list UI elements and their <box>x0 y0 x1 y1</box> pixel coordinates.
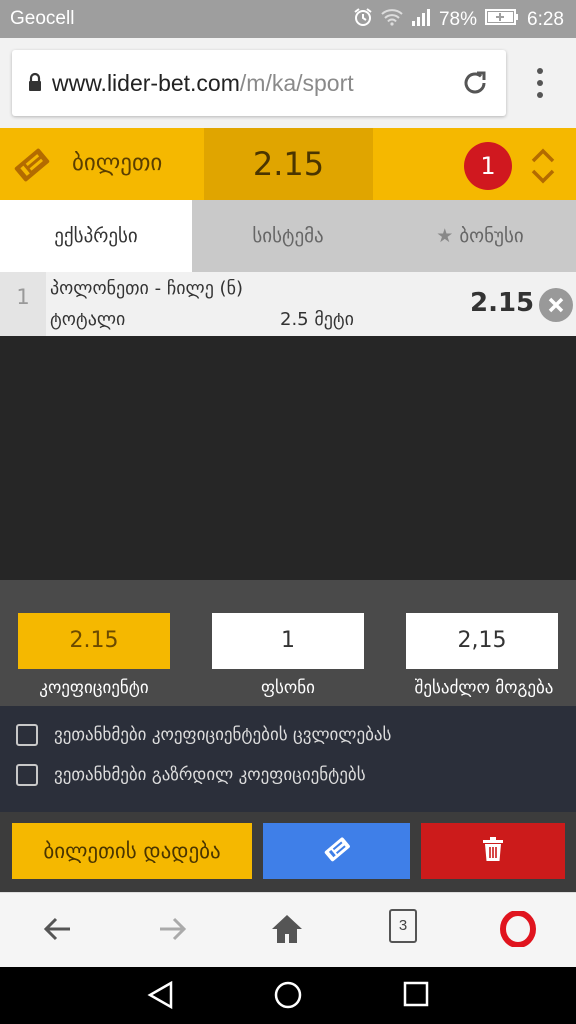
url-host: www.lider-bet.com <box>52 70 240 96</box>
url-path: /m/ka/sport <box>239 70 354 96</box>
forward-arrow-icon[interactable] <box>156 913 188 949</box>
stake-input[interactable]: 1 <box>212 613 364 669</box>
carrier-name: Geocell <box>10 8 75 29</box>
battery-icon <box>485 8 519 32</box>
wifi-icon <box>381 8 403 32</box>
agree-odds-change-checkbox[interactable] <box>16 724 38 746</box>
nav-back-icon[interactable] <box>146 980 176 1014</box>
tab-bonus-label: ბონუსი <box>459 225 524 247</box>
bet-match: პოლონეთი - ჩილე (ნ) <box>50 278 244 299</box>
alarm-icon <box>353 7 373 33</box>
stake-label: ფსონი <box>261 678 315 698</box>
save-ticket-button[interactable] <box>263 823 410 879</box>
odds-label: კოეფიციენტი <box>39 678 149 698</box>
address-bar[interactable]: www.lider-bet.com/m/ka/sport <box>12 50 506 116</box>
trash-icon <box>482 837 504 865</box>
action-buttons: ბილეთის დადება <box>0 812 576 892</box>
total-odds: 2.15 <box>204 128 373 200</box>
possible-win-box: 2,15 <box>406 613 558 669</box>
tab-bonus[interactable]: ★ ბონუსი <box>384 200 576 272</box>
signal-icon <box>411 8 431 32</box>
lock-icon <box>27 72 43 96</box>
opera-icon[interactable] <box>500 910 536 951</box>
agree-odds-change-label: ვეთანხმები კოეფიციენტების ცვლილებას <box>54 725 392 745</box>
ticket-header[interactable]: ბილეთი 2.15 1 <box>0 128 576 200</box>
tabs-count-icon[interactable]: 3 <box>389 909 417 943</box>
selections-count-badge: 1 <box>464 142 512 190</box>
expand-collapse-icon[interactable] <box>530 148 556 188</box>
home-icon[interactable] <box>270 913 304 949</box>
bet-type-tabs: ექსპრესი სისტემა ★ ბონუსი <box>0 200 576 272</box>
status-bar: Geocell 78% 6:28 <box>0 0 576 38</box>
bet-market: ტოტალი <box>50 309 126 330</box>
overflow-menu-icon[interactable] <box>530 68 550 102</box>
odds-value-box: 2.15 <box>18 613 170 669</box>
android-nav-bar <box>0 967 576 1024</box>
clock-time: 6:28 <box>527 9 564 30</box>
nav-recents-icon[interactable] <box>402 980 430 1012</box>
tab-system[interactable]: სისტემა <box>192 200 384 272</box>
agree-increased-odds-checkbox[interactable] <box>16 764 38 786</box>
bet-row: 1 პოლონეთი - ჩილე (ნ) ტოტალი 2.5 მეტი 2.… <box>0 272 576 336</box>
agree-increased-odds-row[interactable]: ვეთანხმები გაზრდილ კოეფიციენტებს <box>16 764 366 786</box>
place-bet-button[interactable]: ბილეთის დადება <box>12 823 252 879</box>
battery-percent: 78% <box>438 9 478 30</box>
remove-bet-icon[interactable] <box>539 288 573 322</box>
ticket-title: ბილეთი <box>72 150 163 176</box>
browser-toolbar: 3 <box>0 892 576 967</box>
ticket-icon <box>323 835 351 867</box>
reload-icon[interactable] <box>460 68 490 102</box>
star-icon: ★ <box>436 225 454 247</box>
url-text[interactable]: www.lider-bet.com/m/ka/sport <box>52 70 354 97</box>
back-arrow-icon[interactable] <box>42 913 74 949</box>
nav-home-icon[interactable] <box>273 980 303 1014</box>
agree-odds-change-row[interactable]: ვეთანხმები კოეფიციენტების ცვლილებას <box>16 724 391 746</box>
empty-area <box>0 336 576 580</box>
bet-odds: 2.15 <box>470 288 535 318</box>
browser-address-area: www.lider-bet.com/m/ka/sport <box>0 38 576 128</box>
totals-panel: 2.15 1 2,15 კოეფიციენტი ფსონი შესაძლო მო… <box>0 580 576 706</box>
ticket-icon <box>12 146 52 188</box>
status-icons: 78% 6:28 <box>353 7 564 33</box>
agreements-panel: ვეთანხმები კოეფიციენტების ცვლილებას ვეთა… <box>0 706 576 812</box>
clear-ticket-button[interactable] <box>421 823 565 879</box>
possible-win-label: შესაძლო მოგება <box>414 678 554 698</box>
bet-index: 1 <box>0 272 46 336</box>
tab-express[interactable]: ექსპრესი <box>0 200 192 272</box>
bet-selection: 2.5 მეტი <box>280 309 354 330</box>
agree-increased-odds-label: ვეთანხმები გაზრდილ კოეფიციენტებს <box>54 765 366 785</box>
